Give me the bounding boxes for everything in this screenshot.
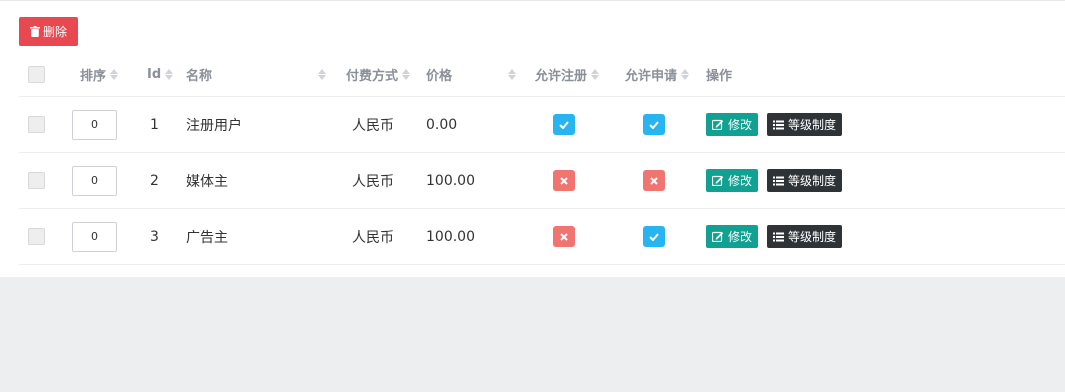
list-icon xyxy=(773,120,784,129)
check-icon xyxy=(559,120,569,129)
sort-icon xyxy=(591,69,600,80)
header-allow-register-label: 允许注册 xyxy=(535,69,588,84)
close-icon xyxy=(560,176,568,185)
row-name: 媒体主 xyxy=(186,173,228,190)
select-all-checkbox[interactable] xyxy=(28,66,45,83)
row-price: 0.00 xyxy=(426,116,458,133)
allow-register-toggle[interactable] xyxy=(553,226,575,247)
list-icon xyxy=(773,176,784,185)
sort-input[interactable]: 0 xyxy=(72,109,117,140)
row-id: 2 xyxy=(150,172,159,189)
sort-icon xyxy=(681,69,690,80)
row-checkbox[interactable] xyxy=(28,228,45,245)
edit-icon xyxy=(712,119,724,130)
check-icon xyxy=(649,120,659,129)
row-id: 3 xyxy=(150,228,159,245)
table-row: 0 2 媒体主 人民币 100.00 修改 等级制度 xyxy=(19,153,1065,209)
header-allow-register[interactable]: 允许注册 xyxy=(535,53,600,96)
level-button-label: 等级制度 xyxy=(788,174,837,188)
row-id: 1 xyxy=(150,116,159,133)
header-actions: 操作 xyxy=(706,53,732,96)
trash-icon xyxy=(29,26,40,37)
delete-button-label: 删除 xyxy=(42,25,67,39)
header-id-label: Id xyxy=(147,67,162,82)
sort-icon xyxy=(165,69,174,80)
row-payment: 人民币 xyxy=(352,229,394,246)
sort-icon xyxy=(110,69,119,80)
header-payment[interactable]: 付费方式 xyxy=(346,53,411,96)
close-icon xyxy=(560,232,568,241)
level-button-label: 等级制度 xyxy=(788,118,837,132)
edit-button-label: 修改 xyxy=(728,230,753,244)
header-allow-apply[interactable]: 允许申请 xyxy=(625,53,690,96)
level-button[interactable]: 等级制度 xyxy=(767,169,843,192)
row-checkbox[interactable] xyxy=(28,172,45,189)
header-sort[interactable]: 排序 xyxy=(80,53,119,96)
level-button-label: 等级制度 xyxy=(788,230,837,244)
row-payment: 人民币 xyxy=(352,117,394,134)
edit-button-label: 修改 xyxy=(728,174,753,188)
header-sort-label: 排序 xyxy=(80,69,107,84)
row-price: 100.00 xyxy=(426,172,475,189)
header-allow-apply-label: 允许申请 xyxy=(625,69,678,84)
row-name: 注册用户 xyxy=(186,117,242,134)
edit-button[interactable]: 修改 xyxy=(706,225,759,248)
sort-icon xyxy=(318,69,326,80)
edit-icon xyxy=(712,231,724,242)
level-button[interactable]: 等级制度 xyxy=(767,225,843,248)
sort-input[interactable]: 0 xyxy=(72,221,117,252)
header-price-label: 价格 xyxy=(426,69,453,84)
allow-apply-toggle[interactable] xyxy=(643,114,665,135)
header-select-all xyxy=(28,53,45,96)
header-actions-label: 操作 xyxy=(706,69,733,84)
row-name: 广告主 xyxy=(186,229,228,246)
sort-icon xyxy=(402,69,411,80)
header-id[interactable]: Id xyxy=(147,53,174,96)
edit-button-label: 修改 xyxy=(728,118,753,132)
content-panel: 删除 排序 Id 名称 付费方式 价格 允许注册 允许申请 操作 0 1 注册用… xyxy=(0,0,1065,277)
row-payment: 人民币 xyxy=(352,173,394,190)
sort-icon xyxy=(508,69,516,80)
close-icon xyxy=(650,176,658,185)
edit-button[interactable]: 修改 xyxy=(706,169,759,192)
edit-button[interactable]: 修改 xyxy=(706,113,759,136)
edit-icon xyxy=(712,175,724,186)
allow-register-toggle[interactable] xyxy=(553,170,575,191)
level-button[interactable]: 等级制度 xyxy=(767,113,843,136)
allow-apply-toggle[interactable] xyxy=(643,170,665,191)
row-price: 100.00 xyxy=(426,228,475,245)
sort-input[interactable]: 0 xyxy=(72,165,117,196)
row-checkbox[interactable] xyxy=(28,116,45,133)
check-icon xyxy=(649,232,659,241)
header-name[interactable]: 名称 xyxy=(186,53,326,96)
table-row: 0 1 注册用户 人民币 0.00 修改 等级制度 xyxy=(19,97,1065,153)
header-price[interactable]: 价格 xyxy=(426,53,516,96)
delete-button[interactable]: 删除 xyxy=(19,17,78,46)
allow-apply-toggle[interactable] xyxy=(643,226,665,247)
header-name-label: 名称 xyxy=(186,69,213,84)
table-row: 0 3 广告主 人民币 100.00 修改 等级制度 xyxy=(19,209,1065,265)
header-payment-label: 付费方式 xyxy=(346,69,399,84)
allow-register-toggle[interactable] xyxy=(553,114,575,135)
list-icon xyxy=(773,232,784,241)
table-header: 排序 Id 名称 付费方式 价格 允许注册 允许申请 操作 xyxy=(19,53,1065,97)
